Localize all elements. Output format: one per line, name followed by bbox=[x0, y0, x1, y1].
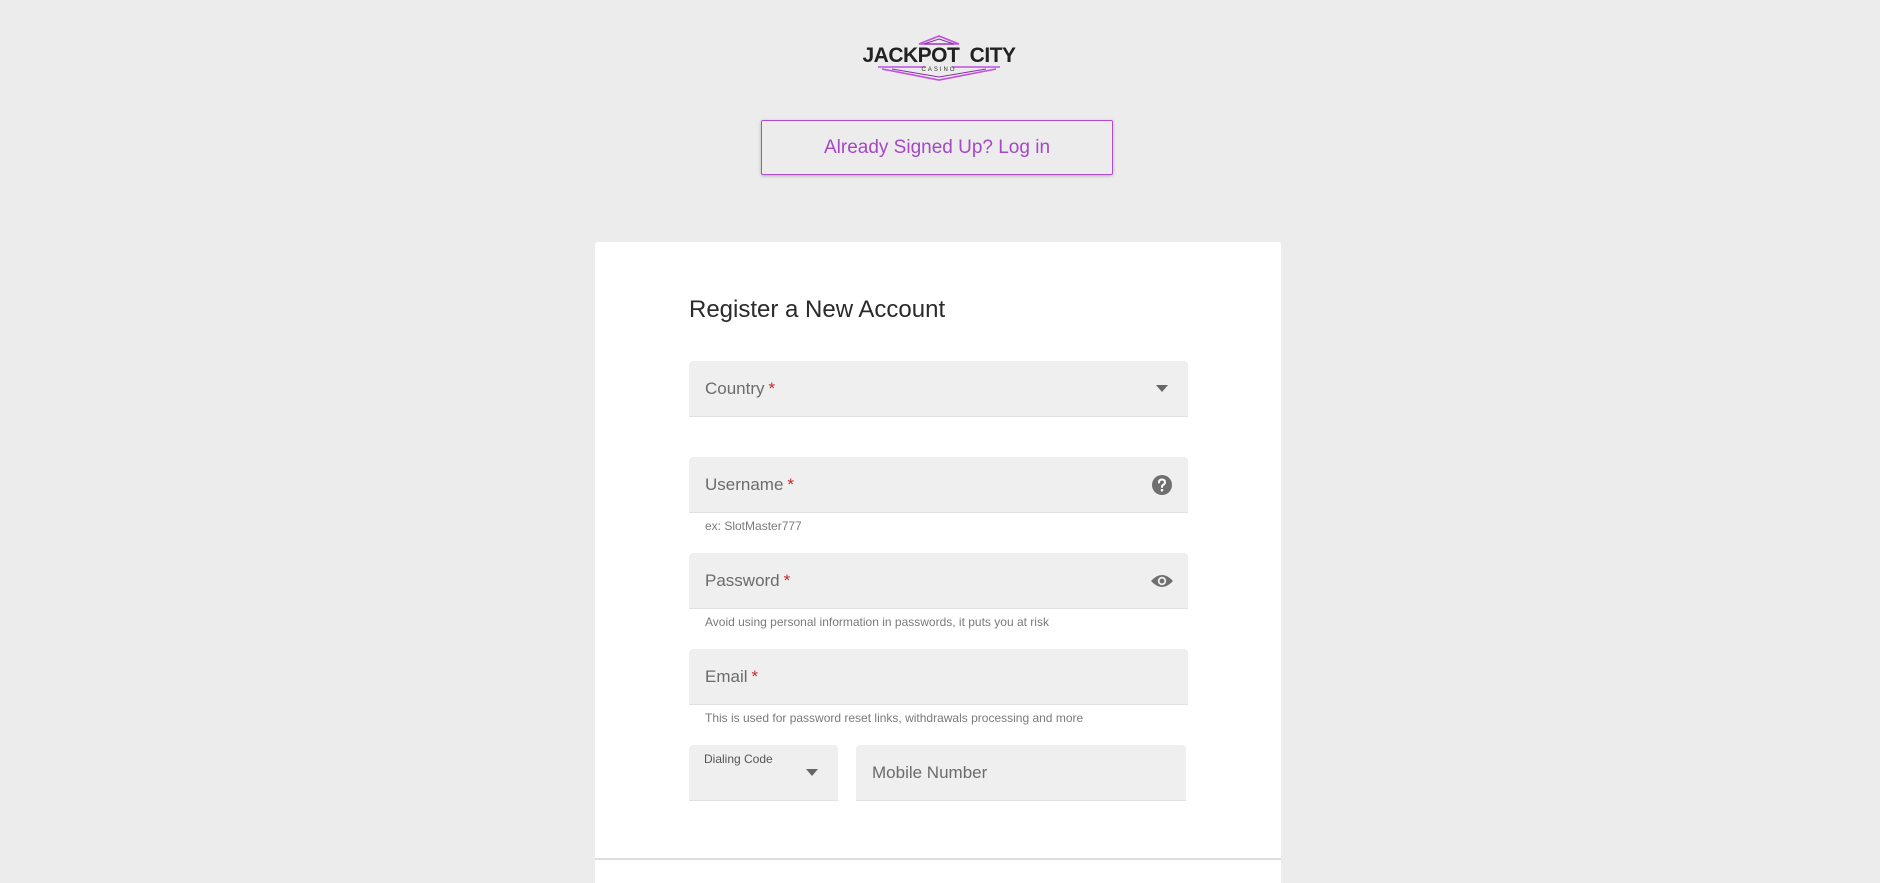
country-select[interactable]: Country * bbox=[689, 361, 1188, 417]
username-label: Username bbox=[705, 474, 784, 494]
mobile-number-field[interactable]: Mobile Number bbox=[856, 745, 1186, 801]
email-helper: This is used for password reset links, w… bbox=[705, 711, 1084, 725]
required-mark: * bbox=[768, 378, 776, 398]
username-helper: ex: SlotMaster777 bbox=[705, 519, 802, 533]
country-label: Country bbox=[705, 378, 765, 398]
required-mark: * bbox=[751, 666, 759, 686]
username-field[interactable]: Username * bbox=[689, 457, 1188, 513]
logo-word-jackpot: JACKPOT bbox=[862, 44, 960, 67]
password-field[interactable]: Password * bbox=[689, 553, 1188, 609]
logo-sub: CASINO bbox=[921, 67, 956, 73]
password-label: Password bbox=[705, 570, 780, 590]
chevron-down-icon bbox=[1150, 377, 1174, 401]
divider bbox=[595, 858, 1281, 860]
email-field[interactable]: Email * bbox=[689, 649, 1188, 705]
eye-icon[interactable] bbox=[1150, 569, 1174, 593]
svg-text:JACKPOT CITY: JACKPOT CITY bbox=[862, 44, 1016, 67]
dialing-code-select[interactable]: Dialing Code bbox=[689, 745, 838, 801]
required-mark: * bbox=[783, 570, 791, 590]
mobile-number-label: Mobile Number bbox=[872, 762, 988, 782]
registration-card: Register a New Account Country * Username… bbox=[595, 242, 1281, 883]
required-mark: * bbox=[787, 474, 795, 494]
password-helper: Avoid using personal information in pass… bbox=[705, 615, 1049, 629]
jackpot-city-logo[interactable]: JACKPOT CITY CASINO bbox=[858, 34, 1020, 82]
login-button[interactable]: Already Signed Up? Log in bbox=[761, 120, 1113, 175]
chevron-down-icon bbox=[800, 761, 824, 785]
page-title: Register a New Account bbox=[689, 296, 946, 323]
dialing-code-label: Dialing Code bbox=[704, 752, 773, 766]
logo-word-city: CITY bbox=[970, 44, 1016, 67]
registration-page: JACKPOT CITY CASINO Already Signed Up? L… bbox=[0, 0, 1880, 883]
help-circle-icon[interactable] bbox=[1150, 473, 1174, 497]
email-label: Email bbox=[705, 666, 748, 686]
